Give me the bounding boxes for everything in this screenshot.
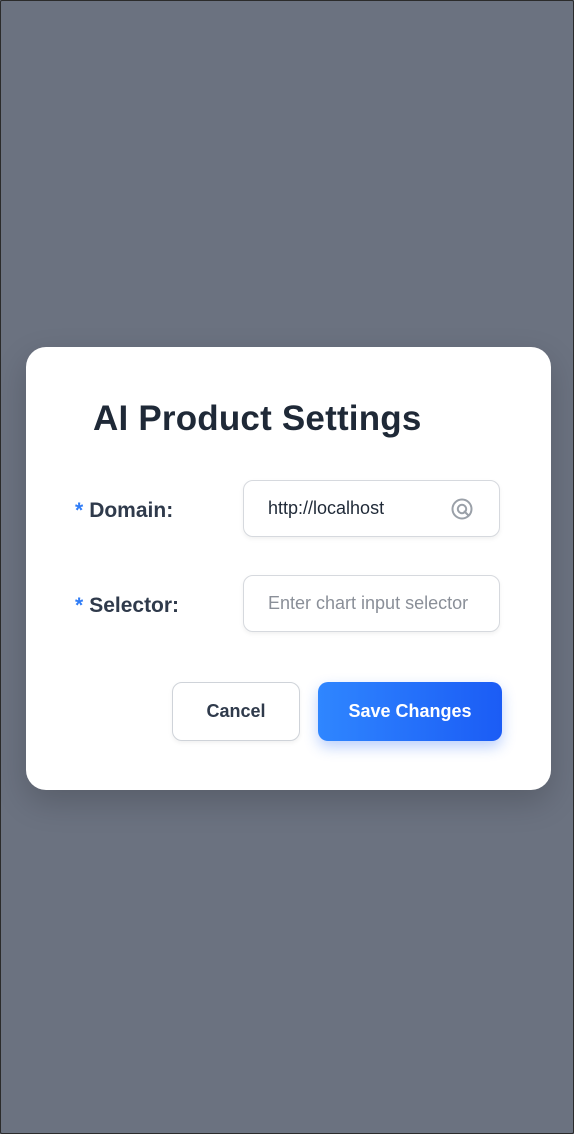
domain-label-text: Domain:	[89, 499, 174, 522]
dialog-title: AI Product Settings	[93, 399, 422, 438]
required-marker: *	[75, 499, 84, 522]
selector-label: * Selector:	[75, 594, 179, 618]
required-marker: *	[75, 594, 84, 617]
settings-dialog: AI Product Settings *Domain: *Selector: …	[26, 347, 551, 790]
cancel-button[interactable]: Cancel	[172, 682, 300, 741]
domain-field-container	[243, 480, 500, 537]
selector-input[interactable]	[268, 576, 483, 631]
selector-label-text: Selector:	[89, 594, 180, 617]
save-changes-button[interactable]: Save Changes	[318, 682, 502, 741]
selector-field-container	[243, 575, 500, 632]
target-icon[interactable]	[451, 498, 473, 520]
domain-label: * Domain:	[75, 499, 173, 523]
domain-input[interactable]	[268, 481, 448, 536]
